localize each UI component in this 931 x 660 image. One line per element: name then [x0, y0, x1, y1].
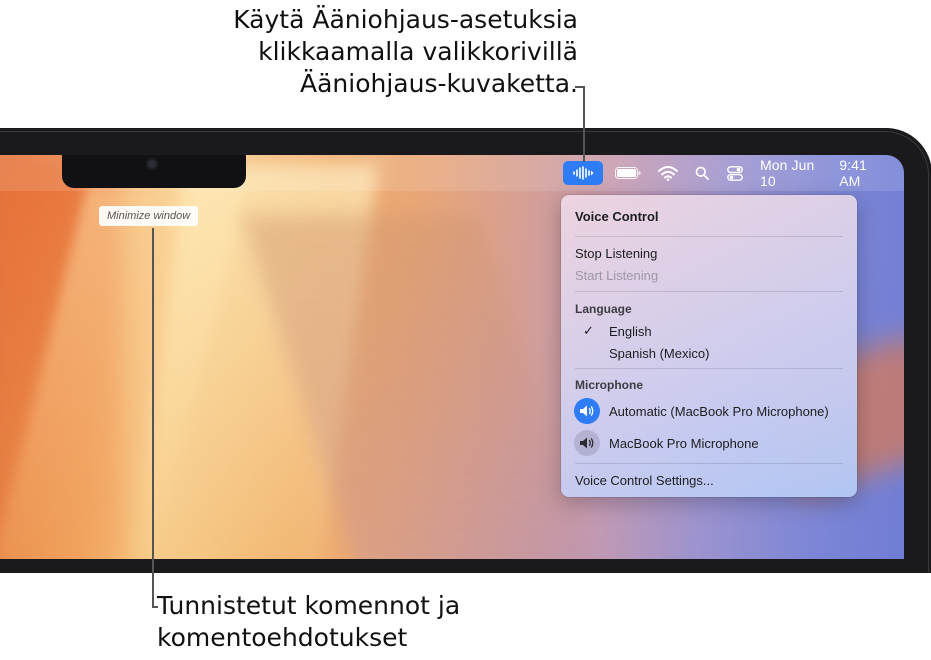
menu-section-microphone: Microphone	[575, 378, 643, 392]
callout-leader-tick	[575, 86, 585, 88]
speaker-icon	[574, 430, 600, 456]
menu-item-stop-listening[interactable]: Stop Listening	[575, 246, 657, 261]
battery-icon[interactable]	[615, 163, 641, 183]
speaker-icon	[574, 398, 600, 424]
control-center-icon[interactable]	[724, 163, 746, 183]
menu-separator	[575, 236, 843, 237]
checkmark-icon: ✓	[583, 323, 594, 338]
menu-item-mic-macbook-pro[interactable]: MacBook Pro Microphone	[609, 436, 759, 451]
menubar-clock[interactable]: Mon Jun 10 9:41 AM	[760, 157, 890, 189]
voice-control-menu: Voice Control Stop Listening Start Liste…	[561, 195, 857, 497]
command-hint-label: Minimize window	[99, 206, 199, 226]
callout-line: komentoehdotukset	[157, 623, 408, 652]
menu-item-language-spanish[interactable]: Spanish (Mexico)	[609, 346, 709, 361]
menubar-time: 9:41 AM	[839, 157, 867, 189]
menu-item-start-listening: Start Listening	[575, 268, 659, 283]
callout-voice-control-settings: Käytä Ääniohjaus-asetuksia klikkaamalla …	[118, 4, 578, 100]
wifi-icon[interactable]	[656, 163, 680, 183]
menu-separator	[575, 463, 843, 464]
callout-recognized-commands: Tunnistetut komennot ja komentoehdotukse…	[157, 590, 577, 654]
callout-line: Tunnistetut komennot ja	[157, 591, 461, 620]
menu-title: Voice Control	[575, 209, 659, 224]
menu-item-language-english[interactable]: English	[609, 324, 652, 339]
callout-line: klikkaamalla valikkorivillä	[258, 37, 578, 66]
callout-line: Käytä Ääniohjaus-asetuksia	[233, 5, 578, 34]
menu-item-voice-control-settings[interactable]: Voice Control Settings...	[575, 473, 714, 488]
menubar-date: Mon Jun 10	[760, 157, 815, 189]
voice-control-icon[interactable]	[563, 161, 603, 185]
callout-line: Ääniohjaus-kuvaketta.	[299, 69, 578, 98]
menu-item-mic-automatic[interactable]: Automatic (MacBook Pro Microphone)	[609, 404, 829, 419]
spotlight-icon[interactable]	[692, 163, 712, 183]
menu-section-language: Language	[575, 302, 632, 316]
callout-leader-line	[152, 228, 154, 608]
callout-leader-line	[583, 86, 585, 162]
menu-separator	[575, 368, 843, 369]
menu-separator	[575, 291, 843, 292]
camera-icon	[146, 158, 158, 170]
desktop-screen: Mon Jun 10 9:41 AM Minimize window Voice…	[0, 155, 904, 559]
